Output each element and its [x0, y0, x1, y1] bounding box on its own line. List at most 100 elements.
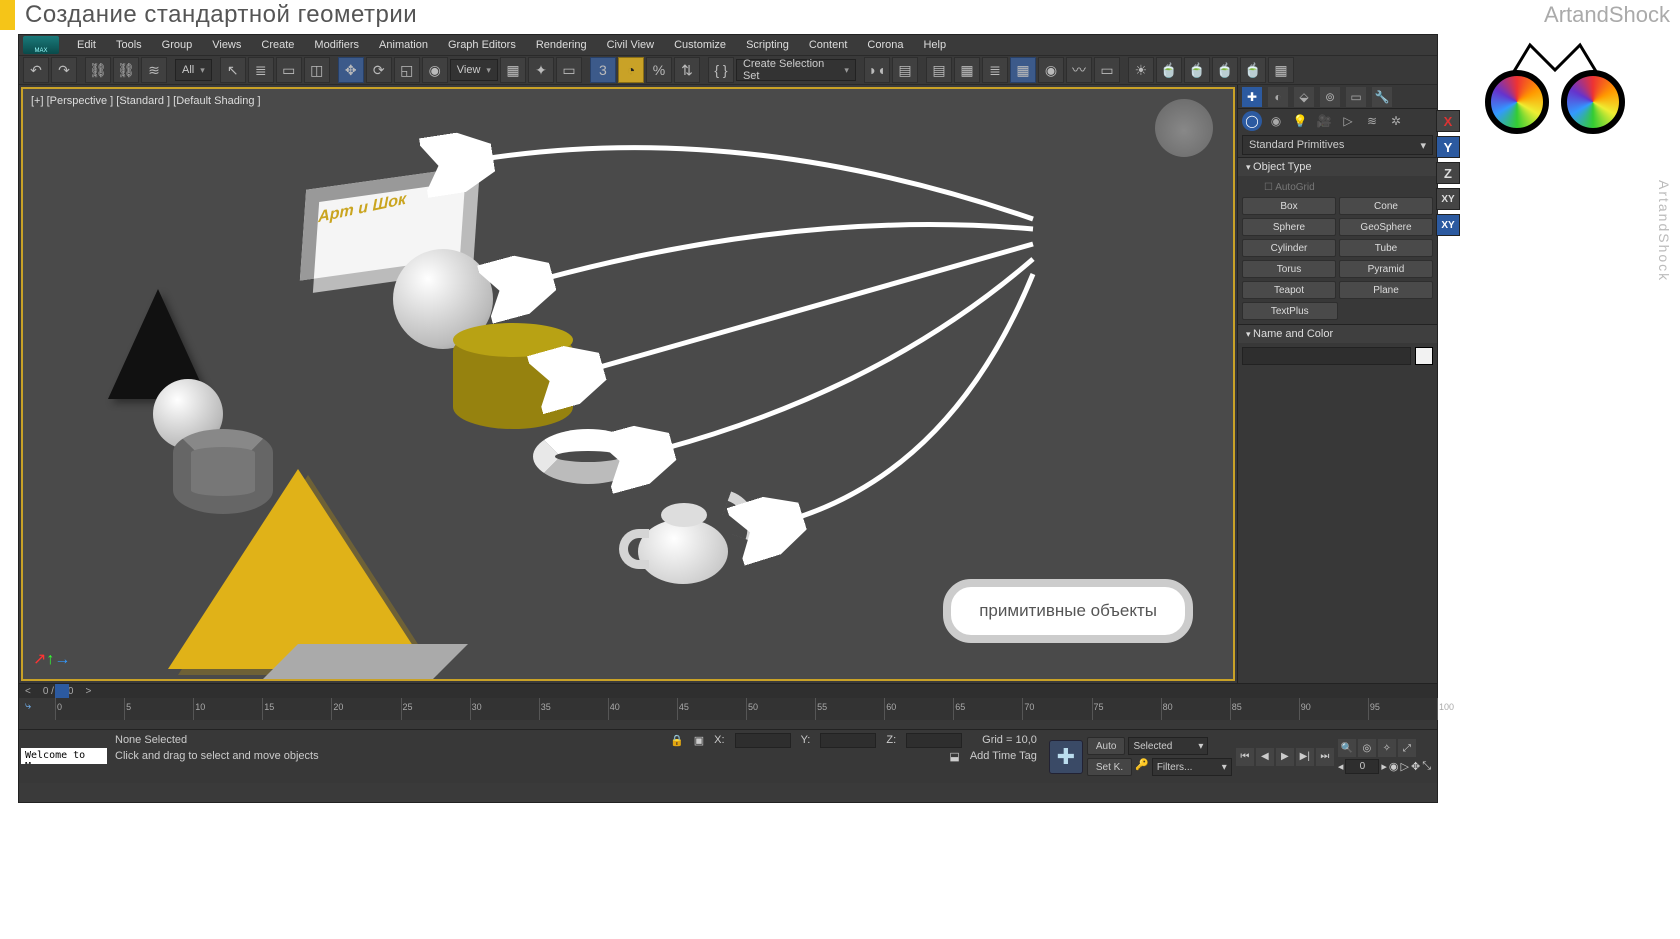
align-button[interactable]: ▤	[892, 57, 918, 83]
redo-button[interactable]: ↷	[51, 57, 77, 83]
primitive-category-dropdown[interactable]: Standard Primitives▾	[1242, 135, 1433, 155]
select-name-button[interactable]: ≣	[248, 57, 274, 83]
menu-civilview[interactable]: Civil View	[597, 37, 664, 53]
timeline[interactable]: < 0 / 100 > ⤷ 05101520253035404550556065…	[19, 683, 1437, 729]
object-pyramid[interactable]	[168, 469, 428, 669]
layer-explorer-button[interactable]: ▤	[926, 57, 952, 83]
viewcube[interactable]	[1155, 99, 1213, 157]
shapes-subtab[interactable]: ◉	[1266, 111, 1286, 131]
current-frame-input[interactable]: 0	[1345, 759, 1379, 774]
menu-rendering[interactable]: Rendering	[526, 37, 597, 53]
menu-edit[interactable]: Edit	[67, 37, 106, 53]
selection-set-combo[interactable]: Create Selection Set	[736, 59, 856, 81]
teapot1-icon[interactable]: 🍵	[1156, 57, 1182, 83]
autogrid-checkbox[interactable]: ☐ AutoGrid	[1242, 180, 1433, 197]
menu-modifiers[interactable]: Modifiers	[304, 37, 369, 53]
create-pyramid-button[interactable]: Pyramid	[1339, 260, 1433, 278]
constraint-xy[interactable]: XY	[1436, 188, 1460, 210]
refcoord-combo[interactable]: View	[450, 59, 498, 81]
setkey-button[interactable]: Set K.	[1087, 758, 1132, 776]
render-preset-button[interactable]: ▦	[1268, 57, 1294, 83]
move-button[interactable]: ✥	[338, 57, 364, 83]
menu-animation[interactable]: Animation	[369, 37, 438, 53]
timeconfig-button[interactable]: 🔍	[1338, 739, 1356, 757]
object-type-rollout[interactable]: Object Type	[1238, 157, 1437, 176]
snap-toggle-button[interactable]: 3	[590, 57, 616, 83]
angle-snap-button[interactable]: ◔	[618, 57, 644, 83]
object-torus[interactable]	[533, 429, 643, 484]
menu-help[interactable]: Help	[913, 37, 956, 53]
display-tab[interactable]: ▭	[1346, 87, 1366, 107]
object-cylinder[interactable]	[453, 329, 573, 429]
edit-selset-button[interactable]: { }	[708, 57, 734, 83]
create-box-button[interactable]: Box	[1242, 197, 1336, 215]
name-color-rollout[interactable]: Name and Color	[1238, 324, 1437, 343]
utilities-tab[interactable]: 🔧	[1372, 87, 1392, 107]
pivot-button[interactable]: ▦	[500, 57, 526, 83]
add-time-tag[interactable]: Add Time Tag	[970, 750, 1037, 762]
unlink-button[interactable]: ⛓	[113, 57, 139, 83]
select-window-button[interactable]: ◫	[304, 57, 330, 83]
material-editor-button[interactable]: ◉	[1038, 57, 1064, 83]
lock-icon[interactable]: 🔒	[670, 734, 684, 747]
y-input[interactable]	[820, 733, 876, 748]
create-cone-button[interactable]: Cone	[1339, 197, 1433, 215]
frame-marker[interactable]	[55, 684, 69, 698]
create-tube-button[interactable]: Tube	[1339, 239, 1433, 257]
link-button[interactable]: ⛓	[85, 57, 111, 83]
teapot3-icon[interactable]: 🍵	[1212, 57, 1238, 83]
maxscript-listener[interactable]: Welcome to M:	[21, 748, 107, 764]
select-rect-button[interactable]: ▭	[276, 57, 302, 83]
x-input[interactable]	[735, 733, 791, 748]
time-ruler[interactable]: ⤷ 05101520253035404550556065707580859095…	[55, 698, 1437, 720]
scale-button[interactable]: ◱	[394, 57, 420, 83]
play-button[interactable]: ▶	[1276, 748, 1294, 766]
create-sphere-button[interactable]: Sphere	[1242, 218, 1336, 236]
placement-button[interactable]: ◉	[422, 57, 448, 83]
nav-icon4[interactable]: ◉	[1389, 760, 1399, 773]
frame-spinner-prev[interactable]: ◂	[1338, 760, 1344, 773]
menu-create[interactable]: Create	[251, 37, 304, 53]
create-geosphere-button[interactable]: GeoSphere	[1339, 218, 1433, 236]
hierarchy-tab[interactable]: ⬙	[1294, 87, 1314, 107]
menu-scripting[interactable]: Scripting	[736, 37, 799, 53]
isolate-icon[interactable]: ▣	[694, 734, 704, 747]
nav-icon5[interactable]: ▷	[1401, 760, 1409, 773]
menu-group[interactable]: Group	[152, 37, 203, 53]
curve-editor-button[interactable]: ≣	[982, 57, 1008, 83]
rotate-button[interactable]: ⟳	[366, 57, 392, 83]
menu-customize[interactable]: Customize	[664, 37, 736, 53]
goto-start-button[interactable]: ⏮	[1236, 748, 1254, 766]
helpers-subtab[interactable]: ▷	[1338, 111, 1358, 131]
create-teapot-button[interactable]: Teapot	[1242, 281, 1336, 299]
create-cylinder-button[interactable]: Cylinder	[1242, 239, 1336, 257]
undo-button[interactable]: ↶	[23, 57, 49, 83]
cameras-subtab[interactable]: 🎥	[1314, 111, 1334, 131]
menu-grapheditors[interactable]: Graph Editors	[438, 37, 526, 53]
prev-frame-button[interactable]: ◀	[1256, 748, 1274, 766]
viewport-perspective[interactable]: [+] [Perspective ] [Standard ] [Default …	[21, 87, 1235, 681]
keymode-dropdown[interactable]: Selected▾	[1128, 737, 1208, 755]
nav-icon6[interactable]: ✥	[1411, 760, 1420, 773]
render-frame-button[interactable]: ▭	[1094, 57, 1120, 83]
motion-tab[interactable]: ⊚	[1320, 87, 1340, 107]
geometry-subtab[interactable]: ◯	[1242, 111, 1262, 131]
percent-snap-button[interactable]: %	[646, 57, 672, 83]
keyfilter-icon[interactable]: 🔑	[1135, 758, 1149, 776]
menu-tools[interactable]: Tools	[106, 37, 152, 53]
lights-subtab[interactable]: 💡	[1290, 111, 1310, 131]
script-listener-icon[interactable]: ⤷	[25, 700, 31, 713]
constraint-y[interactable]: Y	[1436, 136, 1460, 158]
render-setup-button[interactable]: 〰	[1066, 57, 1092, 83]
object-name-input[interactable]	[1242, 347, 1411, 365]
constraint-x[interactable]: X	[1436, 110, 1460, 132]
modify-tab[interactable]: ◐	[1268, 87, 1288, 107]
select-button[interactable]: ↖	[220, 57, 246, 83]
spinner-snap-button[interactable]: ⇅	[674, 57, 700, 83]
object-teapot[interactable]	[613, 479, 763, 599]
goto-end-button[interactable]: ⏭	[1316, 748, 1334, 766]
nav-icon1[interactable]: ◎	[1358, 739, 1376, 757]
create-textplus-button[interactable]: TextPlus	[1242, 302, 1338, 320]
create-plane-button[interactable]: Plane	[1339, 281, 1433, 299]
z-input[interactable]	[906, 733, 962, 748]
